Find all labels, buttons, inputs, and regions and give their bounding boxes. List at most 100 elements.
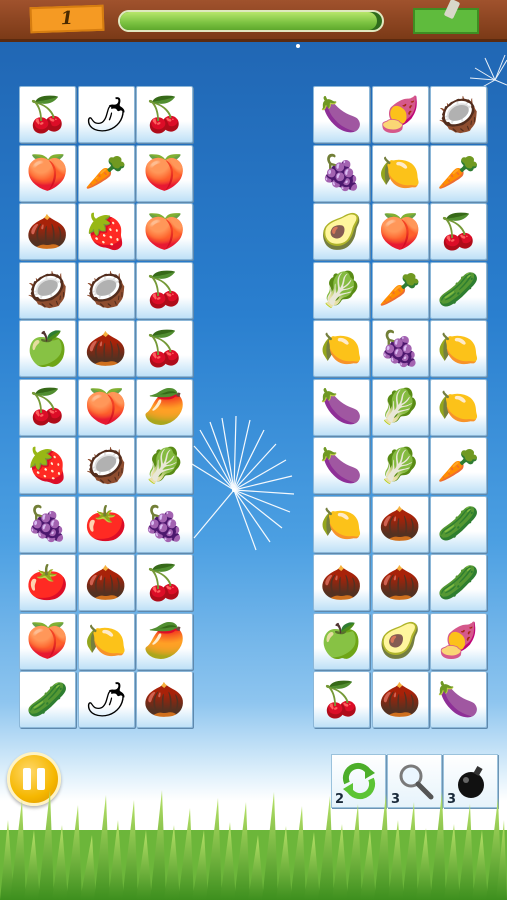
tile-cherry[interactable]: 🍒 [19, 86, 76, 143]
tile-cherry[interactable]: 🍒 [313, 671, 370, 728]
tile-cabbage[interactable]: 🥬 [136, 437, 193, 494]
tile-avocado[interactable]: 🥑 [313, 203, 370, 260]
leek-icon: 🥒 [437, 504, 480, 544]
tile-durian[interactable]: 🌰 [371, 495, 429, 553]
tile-strawberry[interactable]: 🍓 [19, 437, 76, 494]
tile-lemon[interactable]: 🍋 [430, 320, 487, 377]
tile-apple[interactable]: 🍏 [19, 320, 76, 377]
lemon-icon: 🍋 [84, 621, 128, 661]
tile-cabbage[interactable]: 🥬 [371, 378, 429, 436]
tile-mango[interactable]: 🥭 [136, 378, 193, 436]
right-tile-board: 🍆 🍠 🥥 🍇 🍋 🥕 🥑 🍑 🍒 🥬 🥕 🥒 🍋 🍇 🍋 🍆 🥬 🍋 🍆 🥬 🥕 🍋 🌰 🥒 🌰 🌰 🥒 🍏 🥑 🍠 🍒 🌰 🍆 [313, 86, 488, 729]
timer-bar-fill [120, 12, 377, 30]
tile-eggplant[interactable]: 🍆 [313, 86, 370, 143]
tile-chestnut[interactable]: 🌰 [136, 671, 193, 728]
tile-cherry[interactable]: 🍒 [136, 320, 193, 377]
tile-peach[interactable]: 🍑 [136, 144, 193, 202]
durian-icon: 🌰 [26, 211, 69, 252]
tile-pepper[interactable]: 🌶 [77, 86, 135, 143]
tile-lemon[interactable]: 🍋 [313, 495, 370, 553]
tile-radish[interactable]: 🥕 [430, 144, 487, 202]
cherry-icon: 🍒 [143, 562, 186, 603]
tile-avocado[interactable]: 🥑 [371, 612, 429, 670]
pepper-icon: 🌶 [84, 679, 128, 720]
left-tile-board: 🍒 🌶 🍒 🍑 🥕 🍑 🌰 🍓 🍑 🥥 🥥 🍒 🍏 🌰 🍒 🍒 🍑 🥭 🍓 🥥 🥬 🍇 🍅 🍇 🍅 🌰 🍒 🍑 🍋 🥭 🥒 🌶 🌰 [19, 86, 194, 729]
tile-eggplant[interactable]: 🍆 [313, 378, 370, 436]
tile-peach[interactable]: 🍑 [19, 144, 76, 202]
tile-currant[interactable]: 🍇 [19, 495, 76, 553]
grape-icon: 🍇 [143, 504, 186, 544]
tile-eggplant[interactable]: 🍆 [430, 671, 487, 728]
tile-leek[interactable]: 🥒 [430, 261, 487, 319]
durian-icon: 🌰 [84, 328, 128, 369]
tile-radish-pink[interactable]: 🥕 [430, 437, 487, 494]
tile-peach[interactable]: 🍑 [77, 378, 135, 436]
level-badge: 1 [29, 4, 105, 34]
durian-icon: 🌰 [84, 562, 128, 603]
mango-icon: 🥭 [143, 621, 186, 661]
tile-cabbage[interactable]: 🥬 [371, 437, 429, 494]
tile-mangosteen[interactable]: 🥥 [77, 261, 135, 319]
lemon-icon: 🍋 [437, 328, 480, 369]
tile-mangosteen[interactable]: 🥥 [430, 86, 487, 143]
tile-mango[interactable]: 🥭 [136, 612, 193, 670]
peach-pink-icon: 🍑 [26, 621, 69, 661]
tile-durian[interactable]: 🌰 [313, 554, 370, 611]
tile-durian[interactable]: 🌰 [77, 554, 135, 611]
lemon-icon: 🍋 [378, 153, 422, 193]
tile-lemon[interactable]: 🍋 [430, 378, 487, 436]
tile-peach-pink[interactable]: 🍑 [136, 203, 193, 260]
durian-icon: 🌰 [320, 562, 363, 603]
mango-icon: 🥭 [143, 387, 186, 427]
strawberry-icon: 🍓 [84, 211, 128, 252]
tile-sweet-potato[interactable]: 🍠 [371, 86, 429, 143]
sparkle-icon [296, 44, 300, 48]
paper-clip-icon [443, 0, 461, 20]
tile-lemon[interactable]: 🍋 [371, 144, 429, 202]
tile-durian[interactable]: 🌰 [371, 671, 429, 728]
tile-leek[interactable]: 🥒 [19, 671, 76, 728]
cherry-icon: 🍒 [320, 679, 363, 720]
tile-apple[interactable]: 🍏 [313, 612, 370, 670]
tile-durian[interactable]: 🌰 [19, 203, 76, 260]
tile-radish-pink[interactable]: 🥕 [371, 261, 429, 319]
tile-radish[interactable]: 🥕 [77, 144, 135, 202]
tile-cherry[interactable]: 🍒 [136, 86, 193, 143]
tile-mangosteen[interactable]: 🥥 [19, 261, 76, 319]
tile-lemon[interactable]: 🍋 [77, 612, 135, 670]
tile-peach[interactable]: 🍑 [371, 203, 429, 260]
tile-sweet-potato[interactable]: 🍠 [430, 612, 487, 670]
eggplant-icon: 🍆 [320, 387, 363, 427]
leek-icon: 🥒 [437, 562, 480, 603]
tile-leek[interactable]: 🥒 [430, 554, 487, 611]
eggplant-icon: 🍆 [437, 679, 480, 720]
tile-pepper[interactable]: 🌶 [77, 671, 135, 728]
tile-tomato-vine[interactable]: 🍅 [19, 554, 76, 611]
tomato-vine-icon: 🍅 [84, 504, 128, 544]
sweet-potato-icon: 🍠 [378, 94, 422, 135]
cherry-icon: 🍒 [437, 211, 480, 252]
tile-durian[interactable]: 🌰 [77, 320, 135, 377]
tile-strawberry[interactable]: 🍓 [77, 203, 135, 260]
cherry-icon: 🍒 [143, 270, 186, 310]
tile-mangosteen[interactable]: 🥥 [77, 437, 135, 494]
tile-cherry[interactable]: 🍒 [430, 203, 487, 260]
tile-currant[interactable]: 🍇 [313, 144, 370, 202]
tile-leek[interactable]: 🥒 [430, 495, 487, 553]
tile-lemon[interactable]: 🍋 [313, 320, 370, 377]
peach-pink-icon: 🍑 [143, 211, 186, 252]
tile-peach-pink[interactable]: 🍑 [19, 612, 76, 670]
radish-pink-icon: 🥕 [378, 270, 422, 310]
cabbage-icon: 🥬 [378, 387, 422, 427]
tile-cherry[interactable]: 🍒 [136, 554, 193, 611]
tile-tomato-vine[interactable]: 🍅 [77, 495, 135, 553]
tile-cherry[interactable]: 🍒 [19, 378, 76, 436]
tile-cabbage[interactable]: 🥬 [313, 261, 370, 319]
tile-cherry[interactable]: 🍒 [136, 261, 193, 319]
tile-grape[interactable]: 🍇 [136, 495, 193, 553]
avocado-icon: 🥑 [378, 621, 422, 661]
top-bar: 1 [0, 0, 507, 42]
tile-grape[interactable]: 🍇 [371, 320, 429, 377]
tile-chestnut[interactable]: 🌰 [371, 554, 429, 611]
tile-eggplant[interactable]: 🍆 [313, 437, 370, 494]
